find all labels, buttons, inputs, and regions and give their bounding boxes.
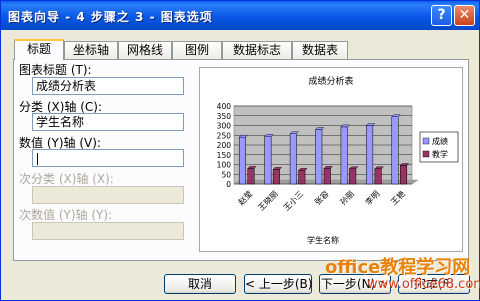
title-bar[interactable]: 图表向导 - 4 步骤之 3 - 图表选项 ? ✕ (1, 1, 479, 30)
y-tick-label: 100 (217, 161, 232, 170)
y-tick-label: 150 (217, 151, 232, 160)
bar-teaching (323, 168, 331, 185)
y-tick-label: 400 (217, 102, 232, 111)
back-button[interactable]: < 上一步(B) (244, 274, 312, 294)
x-tick-label: 王艳 (389, 189, 407, 207)
bar-teaching (272, 169, 280, 185)
legend-swatch (422, 150, 430, 158)
x-axis-title: 学生名称 (307, 235, 339, 245)
x-tick-label: 王小三 (282, 189, 305, 212)
legend-label: 成绩 (432, 136, 448, 146)
x-tick-label: 王晓丽 (256, 189, 280, 213)
bar-score (340, 126, 348, 185)
close-button[interactable]: ✕ (454, 5, 475, 26)
bar-score (366, 125, 374, 185)
dialog-title: 图表向导 - 4 步骤之 3 - 图表选项 (8, 10, 213, 24)
bar-score (315, 129, 323, 185)
chart-svg: 成绩分析表 050100150200250300350400 赵莹 王晓丽 王小三 张容孙… (217, 75, 459, 245)
bar-score (264, 135, 272, 185)
y-tick-label: 200 (217, 141, 232, 150)
chart-preview: 成绩分析表 0 50 100 150 200 250 300 350 400 赵莹 王晓丽 王小三 张容孙… (199, 67, 463, 252)
y-tick-label: 50 (221, 170, 231, 179)
bar-teaching (400, 165, 408, 185)
legend-label: 教学 (432, 149, 448, 159)
tab-data-table[interactable]: 数据表 (292, 41, 348, 59)
close-icon: ✕ (458, 7, 471, 23)
chart-wizard-dialog: 图表向导 - 4 步骤之 3 - 图表选项 ? ✕ 标题 坐标轴 网格线 图例 … (0, 0, 480, 301)
y-tick-label: 0 (226, 180, 231, 189)
text-caret (37, 152, 38, 165)
tab-gridlines[interactable]: 网格线 (118, 41, 172, 59)
tab-title[interactable]: 标题 (14, 39, 64, 60)
x-tick-label: 孙丽 (338, 189, 356, 207)
secondary-y-label: 次数值 (Y)轴 (Y): (19, 208, 113, 222)
legend-swatch (422, 137, 430, 145)
secondary-y-field (32, 222, 184, 240)
y-tick-label: 300 (217, 122, 232, 131)
watermark-url: www.office68.com (367, 277, 480, 292)
watermark: office教程学习网 www.office68.com (321, 253, 480, 301)
chart-title-label: 图表标题 (T): (19, 63, 92, 77)
secondary-x-field (32, 186, 184, 204)
y-tick-label: 350 (217, 112, 232, 121)
x-tick-label: 李明 (363, 189, 381, 207)
category-x-field[interactable]: 学生名称 (32, 113, 184, 131)
x-tick-label: 张容 (312, 189, 330, 207)
cancel-button[interactable]: 取消 (164, 274, 236, 294)
bar-teaching (298, 170, 306, 185)
y-tick-label: 250 (217, 131, 232, 140)
bar-score (238, 136, 246, 185)
bar-score (289, 133, 297, 185)
bar-score (391, 116, 399, 185)
tab-data-labels[interactable]: 数据标志 (222, 41, 292, 59)
tab-axes[interactable]: 坐标轴 (64, 41, 118, 59)
value-y-field[interactable] (32, 149, 184, 167)
bar-teaching (374, 168, 382, 185)
watermark-title: office教程学习网 (325, 257, 471, 278)
chart-title-field[interactable]: 成绩分析表 (32, 77, 184, 95)
x-tick-label: 赵莹 (236, 189, 254, 207)
bar-teaching (247, 168, 255, 185)
bar-teaching (349, 168, 357, 185)
help-button[interactable]: ? (431, 5, 452, 26)
chart-title: 成绩分析表 (308, 75, 353, 87)
secondary-x-label: 次分类 (X)轴 (X): (19, 172, 114, 186)
question-icon: ? (437, 7, 446, 23)
tab-legend[interactable]: 图例 (172, 41, 222, 59)
